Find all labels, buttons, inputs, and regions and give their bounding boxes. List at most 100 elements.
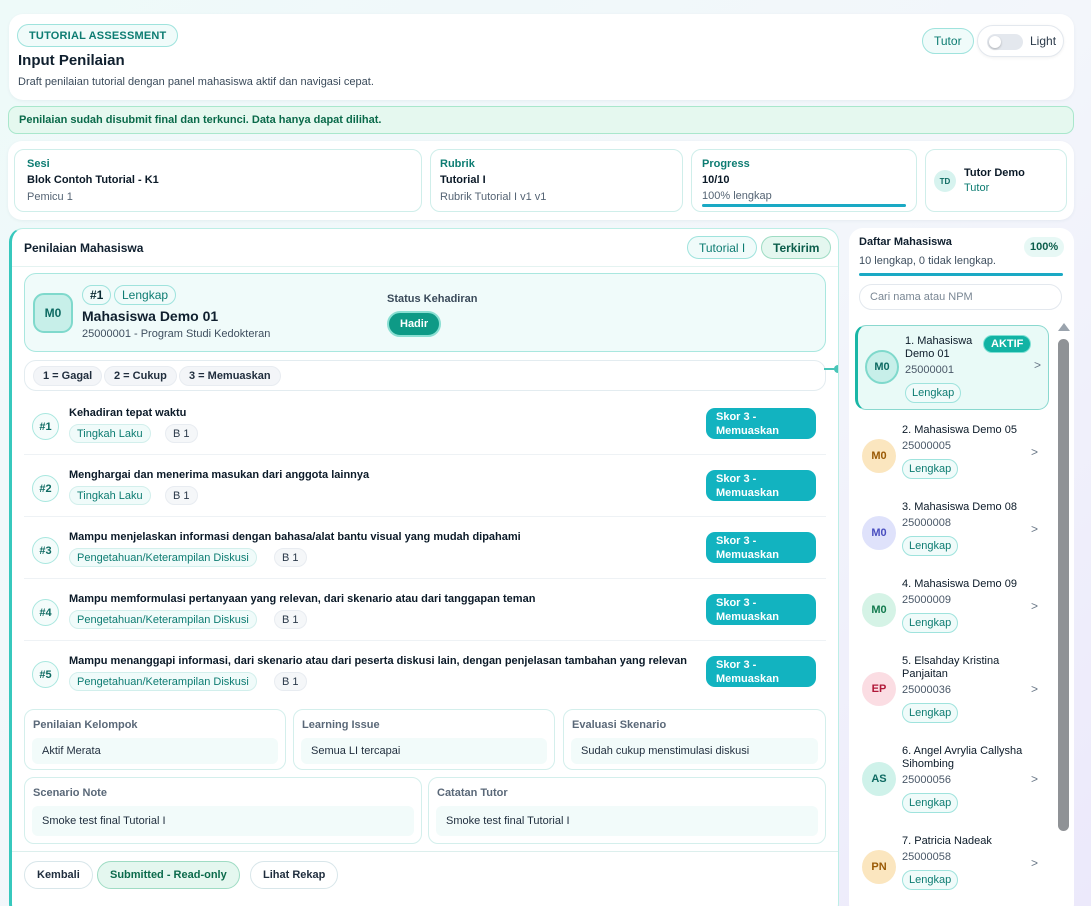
rubrik-value: Tutorial I (440, 174, 486, 186)
scenario-note-value[interactable]: Smoke test final Tutorial I (32, 806, 414, 836)
student-status: Lengkap (902, 870, 959, 890)
score-button[interactable]: Skor 3 - Memuaskan (706, 656, 816, 687)
page-header: TUTORIAL ASSESSMENT Input Penilaian Draf… (9, 14, 1074, 100)
connector-dot (834, 365, 838, 373)
student-list-title: Daftar Mahasiswa (859, 236, 952, 248)
alert-text: Penilaian sudah disubmit final dan terku… (19, 114, 382, 126)
learning-issue-value[interactable]: Semua LI tercapai (301, 738, 547, 764)
tutor-role: Tutor (964, 182, 990, 194)
scenario-note-field: Scenario Note Smoke test final Tutorial … (24, 777, 422, 844)
scenario-evaluation-value[interactable]: Sudah cukup menstimulasi diskusi (571, 738, 818, 764)
student-list-item[interactable]: M0 4. Mahasiswa Demo 09 25000009 Lengkap… (855, 569, 1049, 642)
student-list-item[interactable]: M0 2. Mahasiswa Demo 05 25000005 Lengkap… (855, 415, 1049, 488)
criterion-row: #5 Mampu menanggapi informasi, dari sken… (24, 647, 826, 703)
theme-toggle[interactable]: Light (977, 25, 1064, 57)
student-name: 4. Mahasiswa Demo 09 (902, 578, 1017, 590)
view-recap-button[interactable]: Lihat Rekap (250, 861, 339, 889)
score-button[interactable]: Skor 3 - Memuaskan (706, 470, 816, 501)
score-button[interactable]: Skor 3 - Memuaskan (706, 594, 816, 625)
completion-bar (859, 273, 1063, 276)
student-avatar: AS (862, 762, 896, 796)
sesi-box: Sesi Blok Contoh Tutorial - K1 Pemicu 1 (14, 149, 422, 212)
criterion-row: #4 Mampu memformulasi pertanyaan yang re… (24, 585, 826, 641)
criterion-category: Tingkah Laku (69, 424, 151, 443)
sesi-sub: Pemicu 1 (27, 191, 73, 203)
completion-badge: 100% (1024, 237, 1065, 257)
score-line: Memuaskan (716, 673, 779, 685)
criterion-category: Pengetahuan/Keterampilan Diskusi (69, 610, 257, 629)
active-badge: AKTIF (983, 335, 1032, 353)
section-tag: TUTORIAL ASSESSMENT (17, 24, 179, 47)
attendance-label: Status Kehadiran (387, 293, 478, 305)
theme-label: Light (1030, 34, 1057, 48)
chevron-right-icon: > (1031, 856, 1039, 870)
student-npm: 25000001 (905, 364, 954, 376)
student-list-item[interactable]: AS 6. Angel Avrylia Callysha Sihombing 2… (855, 736, 1049, 820)
tutor-notes-value[interactable]: Smoke test final Tutorial I (436, 806, 818, 836)
criterion-weight: B 1 (165, 486, 198, 505)
progress-fill (702, 204, 906, 207)
student-name: 6. Angel Avrylia Callysha Sihombing (902, 745, 1023, 770)
score-line: Skor 3 - (716, 659, 757, 671)
student-npm: 25000036 (902, 684, 951, 696)
divider (12, 266, 838, 267)
progress-box: Progress 10/10 100% lengkap (691, 149, 917, 212)
criterion-number: #5 (32, 661, 59, 688)
student-search-input[interactable] (859, 284, 1062, 310)
student-list-panel: Daftar Mahasiswa 100% 10 lengkap, 0 tida… (849, 228, 1074, 906)
student-avatar: M0 (862, 439, 896, 473)
criterion-category: Tingkah Laku (69, 486, 151, 505)
submitted-readonly-button[interactable]: Submitted - Read-only (97, 861, 240, 889)
student-name: 1. Mahasiswa Demo 01 (905, 335, 973, 360)
criterion-weight: B 1 (274, 548, 307, 567)
student-name: Mahasiswa Demo 01 (82, 308, 219, 324)
student-list-item[interactable]: M0 1. Mahasiswa Demo 01 AKTIF 25000001 L… (855, 325, 1049, 410)
rubrik-box: Rubrik Tutorial I Rubrik Tutorial I v1 v… (430, 149, 683, 212)
score-button[interactable]: Skor 3 - Memuaskan (706, 408, 816, 439)
scrollbar-thumb[interactable] (1058, 339, 1069, 831)
student-npm: 25000058 (902, 851, 951, 863)
group-assessment-value[interactable]: Aktif Merata (32, 738, 278, 764)
student-info: 25000001 - Program Studi Kedokteran (82, 328, 271, 340)
panel-title: Penilaian Mahasiswa (24, 241, 144, 255)
student-list-item[interactable]: M0 3. Mahasiswa Demo 08 25000008 Lengkap… (855, 492, 1049, 565)
student-name: 2. Mahasiswa Demo 05 (902, 424, 1017, 436)
student-name: 3. Mahasiswa Demo 08 (902, 501, 1017, 513)
student-avatar: EP (862, 672, 896, 706)
field-label: Evaluasi Skenario (572, 719, 667, 731)
progress-label: Progress (702, 158, 750, 170)
triangle-up-icon[interactable] (1058, 323, 1070, 331)
rubrik-label: Rubrik (440, 158, 475, 170)
student-avatar: PN (862, 850, 896, 884)
student-avatar: M0 (862, 593, 896, 627)
toggle-knob (989, 36, 1001, 48)
field-label: Catatan Tutor (437, 787, 508, 799)
student-list-item[interactable]: PN 7. Patricia Nadeak 25000058 Lengkap > (855, 826, 1049, 899)
tutor-avatar: TD (934, 170, 956, 192)
score-button[interactable]: Skor 3 - Memuaskan (706, 532, 816, 563)
criterion-number: #2 (32, 475, 59, 502)
tutorial-chip: Tutorial I (687, 236, 758, 259)
field-label: Penilaian Kelompok (33, 719, 138, 731)
student-avatar: M0 (33, 293, 73, 333)
student-name: 5. Elsahday Kristina Panjaitan (902, 655, 1000, 680)
attendance-hadir-button[interactable]: Hadir (387, 311, 442, 337)
scenario-evaluation-field: Evaluasi Skenario Sudah cukup menstimula… (563, 709, 826, 770)
criterion-title: Menghargai dan menerima masukan dari ang… (69, 469, 370, 481)
student-list-item[interactable]: EP 5. Elsahday Kristina Panjaitan 250000… (855, 646, 1049, 730)
toggle-track[interactable] (987, 34, 1023, 50)
group-assessment-field: Penilaian Kelompok Aktif Merata (24, 709, 286, 770)
progress-value: 10/10 (702, 174, 730, 186)
page-subtitle: Draft penilaian tutorial dengan panel ma… (18, 76, 374, 88)
back-button[interactable]: Kembali (24, 861, 93, 889)
criterion-number: #4 (32, 599, 59, 626)
student-status-badge: Lengkap (114, 285, 177, 305)
student-status: Lengkap (902, 459, 959, 479)
active-student-card: M0 #1 Lengkap Mahasiswa Demo 01 25000001… (24, 273, 826, 352)
locked-alert: Penilaian sudah disubmit final dan terku… (8, 106, 1074, 134)
legend-item: 1 = Gagal (33, 366, 103, 386)
chevron-right-icon: > (1031, 599, 1039, 613)
progress-bar (702, 204, 906, 207)
score-line: Memuaskan (716, 425, 779, 437)
divider (12, 851, 838, 852)
